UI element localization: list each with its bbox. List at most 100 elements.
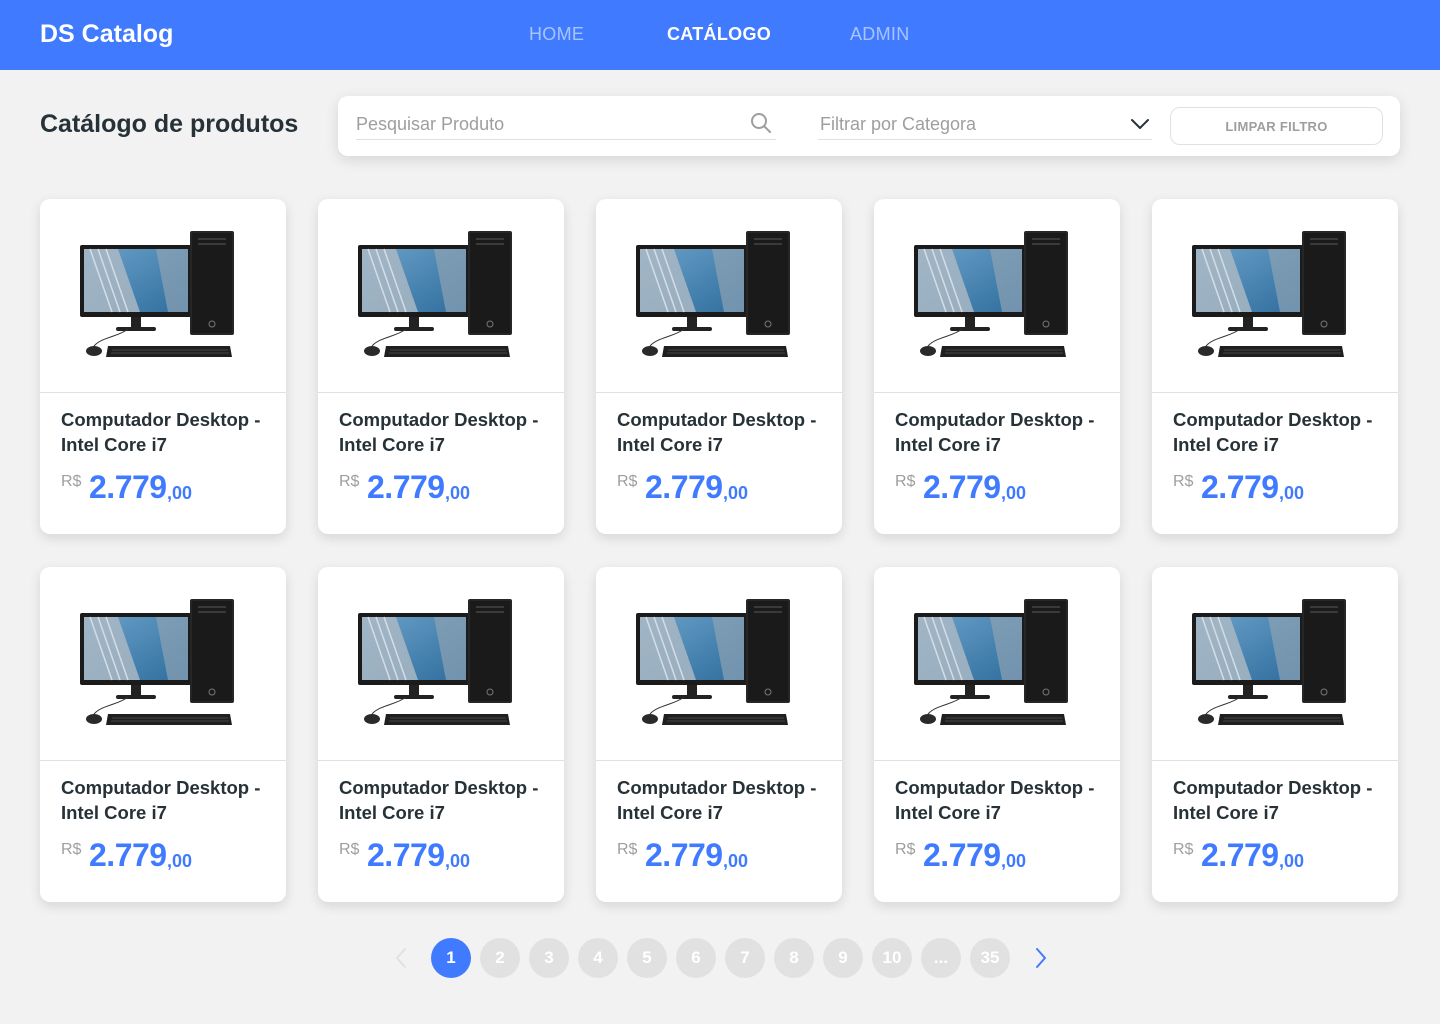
nav-link-catalog[interactable]: CATÁLOGO xyxy=(667,24,771,45)
price-cents: ,00 xyxy=(445,483,471,503)
page-button[interactable]: 8 xyxy=(774,938,814,978)
product-image xyxy=(596,199,842,393)
product-image xyxy=(318,199,564,393)
price-integer: 2.779 xyxy=(645,469,723,505)
product-card[interactable]: Computador Desktop - Intel Core i7 R$ 2.… xyxy=(318,567,564,902)
price-currency: R$ xyxy=(617,841,638,858)
price-currency: R$ xyxy=(895,841,916,858)
price-integer: 2.779 xyxy=(1201,837,1279,873)
category-select-placeholder: Filtrar por Categora xyxy=(820,114,977,134)
product-card[interactable]: Computador Desktop - Intel Core i7 R$ 2.… xyxy=(596,199,842,534)
price-currency: R$ xyxy=(339,841,360,858)
price-integer: 2.779 xyxy=(1201,469,1279,505)
product-name: Computador Desktop - Intel Core i7 xyxy=(617,409,817,455)
brand-logo[interactable]: DS Catalog xyxy=(40,20,173,49)
price-cents: ,00 xyxy=(1279,851,1305,871)
price-integer: 2.779 xyxy=(89,469,167,505)
page-button[interactable]: 7 xyxy=(725,938,765,978)
page-button[interactable]: 35 xyxy=(970,938,1010,978)
price-currency: R$ xyxy=(1173,841,1194,858)
price-currency: R$ xyxy=(339,473,360,490)
page-title: Catálogo de produtos xyxy=(40,110,299,138)
page-button[interactable]: 1 xyxy=(431,938,471,978)
product-image xyxy=(1152,567,1398,761)
desktop-computer-image xyxy=(636,231,790,357)
price-currency: R$ xyxy=(61,841,82,858)
product-card[interactable]: Computador Desktop - Intel Core i7 R$ 2.… xyxy=(1152,199,1398,534)
product-image xyxy=(1152,199,1398,393)
desktop-computer-image xyxy=(80,599,234,725)
chevron-left-icon[interactable] xyxy=(390,946,414,970)
product-image xyxy=(40,567,286,761)
product-name: Computador Desktop - Intel Core i7 xyxy=(1173,777,1373,823)
price-currency: R$ xyxy=(617,473,638,490)
desktop-computer-image xyxy=(358,599,512,725)
desktop-computer-image xyxy=(914,231,1068,357)
nav-link-admin[interactable]: ADMIN xyxy=(850,24,910,45)
product-card[interactable]: Computador Desktop - Intel Core i7 R$ 2.… xyxy=(40,199,286,534)
nav-link-home[interactable]: HOME xyxy=(529,24,584,45)
price-integer: 2.779 xyxy=(367,469,445,505)
price-cents: ,00 xyxy=(167,851,193,871)
desktop-computer-image xyxy=(80,231,234,357)
product-card[interactable]: Computador Desktop - Intel Core i7 R$ 2.… xyxy=(40,567,286,902)
product-name: Computador Desktop - Intel Core i7 xyxy=(895,777,1095,823)
price-integer: 2.779 xyxy=(645,837,723,873)
product-name: Computador Desktop - Intel Core i7 xyxy=(895,409,1095,455)
product-image xyxy=(874,199,1120,393)
chevron-down-icon xyxy=(1131,119,1149,129)
product-card[interactable]: Computador Desktop - Intel Core i7 R$ 2.… xyxy=(318,199,564,534)
desktop-computer-image xyxy=(1192,599,1346,725)
product-card[interactable]: Computador Desktop - Intel Core i7 R$ 2.… xyxy=(596,567,842,902)
search-input[interactable] xyxy=(356,110,736,138)
product-image xyxy=(40,199,286,393)
price-cents: ,00 xyxy=(1001,483,1027,503)
desktop-computer-image xyxy=(358,231,512,357)
clear-filter-button[interactable]: LIMPAR FILTRO xyxy=(1170,107,1383,145)
filter-bar: Filtrar por Categora LIMPAR FILTRO xyxy=(338,96,1400,156)
product-image xyxy=(318,567,564,761)
chevron-right-icon[interactable] xyxy=(1028,946,1052,970)
page-button[interactable]: 10 xyxy=(872,938,912,978)
desktop-computer-image xyxy=(914,599,1068,725)
price-currency: R$ xyxy=(61,473,82,490)
page-button[interactable]: 4 xyxy=(578,938,618,978)
product-image xyxy=(874,567,1120,761)
pagination-ellipsis[interactable]: ... xyxy=(921,938,961,978)
product-card[interactable]: Computador Desktop - Intel Core i7 R$ 2.… xyxy=(1152,567,1398,902)
desktop-computer-image xyxy=(1192,231,1346,357)
product-name: Computador Desktop - Intel Core i7 xyxy=(61,409,261,455)
price-cents: ,00 xyxy=(1001,851,1027,871)
price-integer: 2.779 xyxy=(89,837,167,873)
product-card[interactable]: Computador Desktop - Intel Core i7 R$ 2.… xyxy=(874,199,1120,534)
product-image xyxy=(596,567,842,761)
price-cents: ,00 xyxy=(445,851,471,871)
product-name: Computador Desktop - Intel Core i7 xyxy=(1173,409,1373,455)
price-cents: ,00 xyxy=(1279,483,1305,503)
product-name: Computador Desktop - Intel Core i7 xyxy=(339,409,539,455)
price-currency: R$ xyxy=(1173,473,1194,490)
search-icon[interactable] xyxy=(750,112,772,134)
price-currency: R$ xyxy=(895,473,916,490)
desktop-computer-image xyxy=(636,599,790,725)
search-field xyxy=(356,110,776,140)
page-button[interactable]: 6 xyxy=(676,938,716,978)
product-name: Computador Desktop - Intel Core i7 xyxy=(61,777,261,823)
price-cents: ,00 xyxy=(723,851,749,871)
product-grid: Computador Desktop - Intel Core i7 R$ 2.… xyxy=(40,199,1400,902)
navbar: DS Catalog HOME CATÁLOGO ADMIN xyxy=(0,0,1440,70)
price-cents: ,00 xyxy=(723,483,749,503)
page-button[interactable]: 3 xyxy=(529,938,569,978)
price-integer: 2.779 xyxy=(923,469,1001,505)
price-integer: 2.779 xyxy=(367,837,445,873)
price-integer: 2.779 xyxy=(923,837,1001,873)
product-name: Computador Desktop - Intel Core i7 xyxy=(339,777,539,823)
product-card[interactable]: Computador Desktop - Intel Core i7 R$ 2.… xyxy=(874,567,1120,902)
page-button[interactable]: 9 xyxy=(823,938,863,978)
page-button[interactable]: 2 xyxy=(480,938,520,978)
page-button[interactable]: 5 xyxy=(627,938,667,978)
product-name: Computador Desktop - Intel Core i7 xyxy=(617,777,817,823)
price-cents: ,00 xyxy=(167,483,193,503)
pagination: 1 2 3 4 5 6 7 8 9 10... 35 xyxy=(390,938,1060,978)
category-select[interactable]: Filtrar por Categora xyxy=(818,110,1152,140)
